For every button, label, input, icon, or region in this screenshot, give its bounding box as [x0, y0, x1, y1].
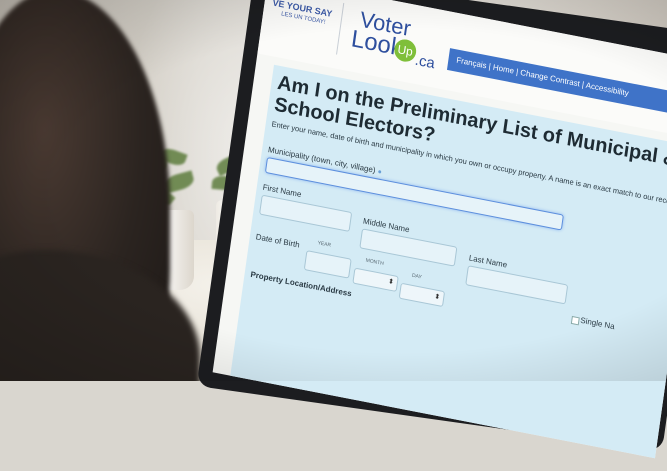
first-name-input[interactable] [259, 194, 353, 232]
day-chevron-icon: ⬍ [433, 293, 441, 302]
info-icon[interactable]: ● [377, 168, 382, 176]
dob-month-select[interactable]: ⬍ [352, 267, 399, 293]
single-name-checkbox[interactable] [570, 315, 580, 326]
dob-label: Date of Birth [255, 232, 301, 250]
laptop: VE YOUR SAY LES UN TODAY! Voter Look Up … [194, 0, 667, 471]
month-chevron-icon: ⬍ [387, 278, 395, 287]
laptop-screen: VE YOUR SAY LES UN TODAY! Voter Look Up … [212, 0, 667, 459]
dob-day-select[interactable]: ⬍ [398, 282, 446, 308]
year-label: YEAR [317, 240, 332, 249]
last-name-input[interactable] [465, 265, 569, 305]
voterlookup-logo[interactable]: Voter Look Up .ca [336, 2, 441, 74]
lookup-form: Am I on the Preliminary List of Municipa… [229, 64, 667, 459]
day-label: DAY [411, 272, 423, 281]
single-name-label: Single Na [579, 315, 616, 332]
month-label: MONTH [365, 257, 385, 268]
logo-ca-text: .ca [413, 51, 436, 73]
laptop-bezel: VE YOUR SAY LES UN TODAY! Voter Look Up … [196, 0, 667, 459]
dob-year-input[interactable] [303, 250, 352, 279]
